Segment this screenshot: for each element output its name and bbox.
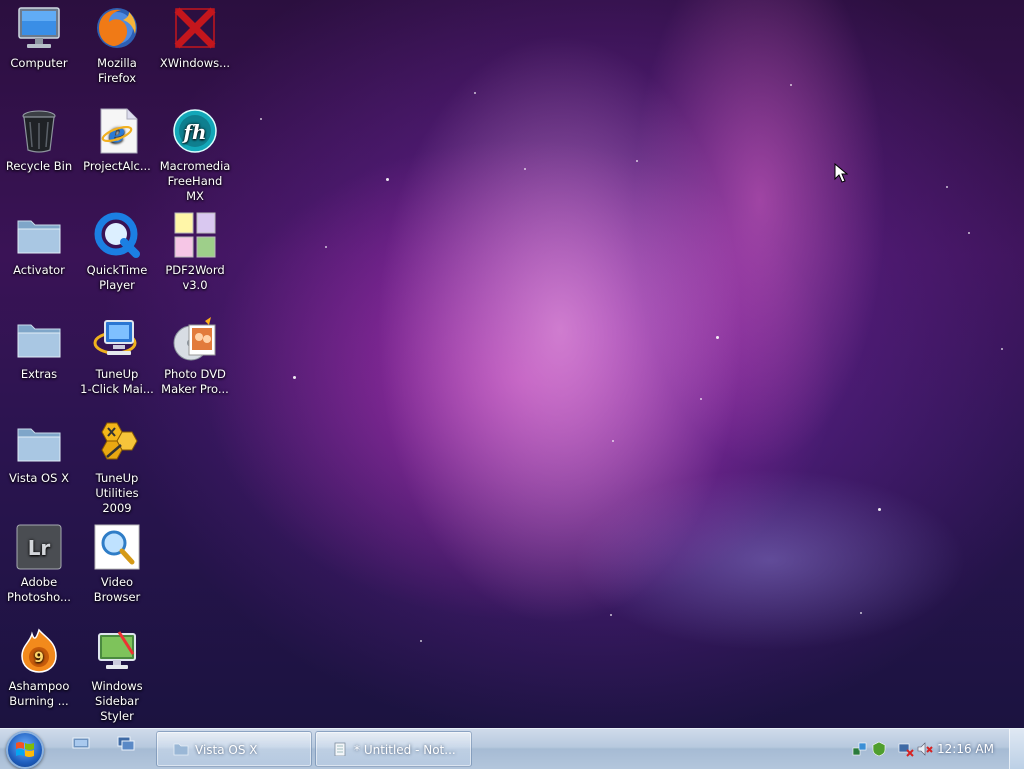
star [260, 118, 262, 120]
desktop-icon-tuneup-utilities[interactable]: TuneUp Utilities 2009 [79, 419, 155, 516]
desktop-icon-vista-os-x[interactable]: Vista OS X [1, 419, 77, 486]
desktop-icon-windows-sidebar-styler[interactable]: Windows Sidebar Styler [79, 627, 155, 724]
icon-label: Ashampoo Burning ... [8, 679, 70, 708]
desktop-icon-photo-dvd-maker[interactable]: Photo DVD Maker Pro... [157, 315, 233, 397]
firefox-icon [93, 4, 141, 52]
internet-explorer-icon: e [93, 107, 141, 155]
start-button[interactable] [6, 731, 44, 769]
taskbar-button-label: * Untitled - Not... [354, 743, 456, 757]
photo-dvd-icon [171, 315, 219, 363]
freehand-icon: fh [171, 107, 219, 155]
show-desktop-icon[interactable] [72, 735, 90, 751]
desktop-icon-quicktime-player[interactable]: QuickTime Player [79, 211, 155, 293]
star [878, 508, 881, 511]
taskbar-button-label: Vista OS X [195, 743, 258, 757]
x-logo-icon [171, 4, 219, 52]
icon-label: Recycle Bin [5, 159, 73, 173]
windows-logo-icon [16, 742, 34, 757]
desktop-icon-computer[interactable]: Computer [1, 4, 77, 71]
desktop-icon-recycle-bin[interactable]: Recycle Bin [1, 107, 77, 174]
taskbar-button-notepad[interactable]: * Untitled - Not... [315, 731, 472, 767]
icon-label: Computer [10, 56, 68, 70]
star [790, 84, 792, 86]
star [474, 92, 476, 94]
desktop-icon-projectalc[interactable]: e ProjectAlc... [79, 107, 155, 174]
recycle-bin-icon [15, 107, 63, 155]
star [610, 614, 612, 616]
star [420, 640, 422, 642]
icon-label: Mozilla Firefox [97, 56, 137, 85]
desktop-icon-pdf2word[interactable]: PDF2Word v3.0 [157, 211, 233, 293]
icon-label: Photo DVD Maker Pro... [161, 367, 229, 396]
desktop-icon-video-browser[interactable]: Video Browser [79, 523, 155, 605]
desktop-icon-adobe-photoshop[interactable]: Lr Adobe Photosho... [1, 523, 77, 605]
star [612, 440, 614, 442]
star [700, 398, 702, 400]
desktop-icon-extras[interactable]: Extras [1, 315, 77, 382]
star [636, 160, 638, 162]
icon-label: Windows Sidebar Styler [91, 679, 143, 723]
star [946, 186, 948, 188]
star [293, 376, 296, 379]
security-icon[interactable] [871, 741, 887, 757]
flame-disc-icon: 9 [15, 627, 63, 675]
icon-label: QuickTime Player [86, 263, 148, 292]
icon-label: ProjectAlc... [83, 159, 151, 173]
icon-label: XWindows... [159, 56, 231, 70]
clock[interactable]: 12:16 AM [937, 729, 994, 769]
icon-label: Vista OS X [9, 471, 69, 485]
magnifier-icon [93, 523, 141, 571]
icon-label: TuneUp 1-Click Mai... [80, 367, 154, 396]
star [716, 336, 719, 339]
icon-label: PDF2Word v3.0 [165, 263, 225, 292]
folder-icon [15, 211, 63, 259]
icon-label: Video Browser [93, 575, 141, 604]
folder-icon [173, 743, 189, 756]
monitor-maintenance-icon [93, 315, 141, 363]
desktop-icon-ashampoo-burning[interactable]: 9 Ashampoo Burning ... [1, 627, 77, 709]
star [386, 178, 389, 181]
svg-text:9: 9 [34, 650, 44, 666]
quicktime-icon [93, 211, 141, 259]
svg-text:e: e [109, 119, 126, 149]
volume-muted-icon[interactable] [917, 741, 933, 757]
desktop-icon-mozilla-firefox[interactable]: Mozilla Firefox [79, 4, 155, 86]
icon-label: Macromedia FreeHand MX [159, 159, 231, 203]
sidebar-styler-icon [93, 627, 141, 675]
star [1001, 348, 1003, 350]
desktop-icon-activator[interactable]: Activator [1, 211, 77, 278]
network-icon[interactable] [852, 741, 868, 757]
notepad-icon [334, 742, 346, 756]
desktop-icon-tuneup-1click[interactable]: TuneUp 1-Click Mai... [79, 315, 155, 397]
star [325, 246, 327, 248]
mouse-pointer-icon [834, 163, 848, 183]
show-desktop-button[interactable] [1009, 729, 1024, 769]
star [968, 232, 970, 234]
pdf2word-icon [171, 211, 219, 259]
desktop-icon-xwindows[interactable]: XWindows... [157, 4, 233, 71]
taskbar-button-vista-os-x[interactable]: Vista OS X [156, 731, 312, 767]
taskbar: Vista OS X * Untitled - Not... 12:16 AM [0, 728, 1024, 769]
folder-icon [15, 315, 63, 363]
computer-icon [15, 4, 63, 52]
folder-icon [15, 419, 63, 467]
network-disconnected-icon[interactable] [898, 741, 914, 757]
star [860, 612, 862, 614]
desktop-icon-macromedia-freehand[interactable]: fh Macromedia FreeHand MX [157, 107, 233, 204]
icon-label: Activator [13, 263, 65, 277]
svg-text:Lr: Lr [28, 536, 51, 560]
tuneup-hexagon-icon [93, 419, 141, 467]
icon-label: TuneUp Utilities 2009 [95, 471, 139, 515]
star [524, 168, 526, 170]
desktop-wallpaper[interactable]: Computer Recycle Bin Activator Extras Vi… [0, 0, 1024, 728]
switch-windows-icon[interactable] [117, 735, 135, 751]
svg-text:fh: fh [181, 120, 206, 144]
lightroom-icon: Lr [15, 523, 63, 571]
icon-label: Adobe Photosho... [7, 575, 71, 604]
icon-label: Extras [20, 367, 58, 381]
